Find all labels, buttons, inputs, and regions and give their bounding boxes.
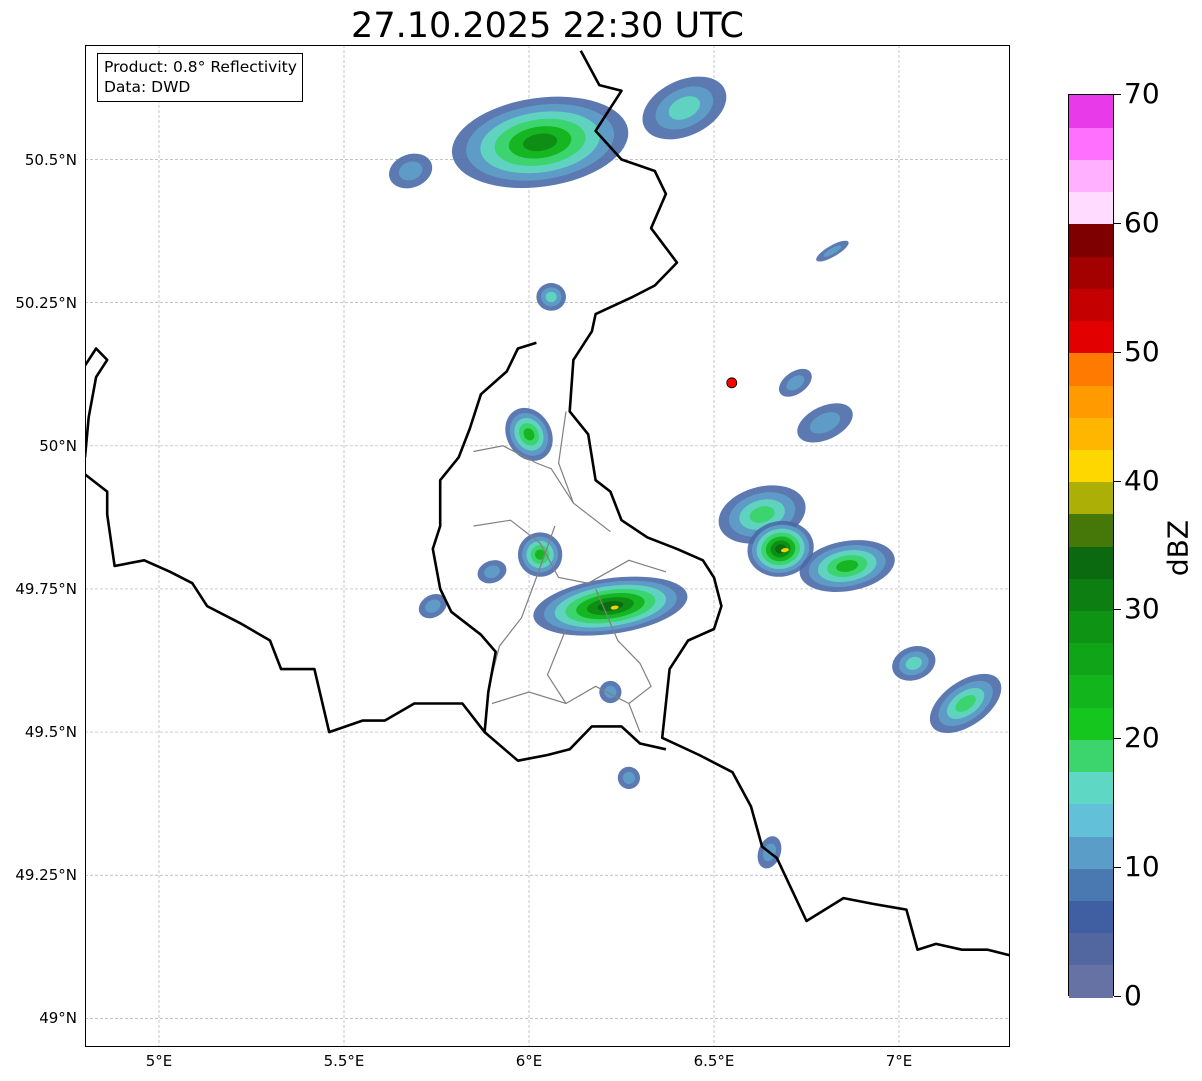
colorbar-cell — [1069, 223, 1113, 257]
product-info-box: Product: 0.8° Reflectivity Data: DWD — [97, 53, 303, 102]
colorbar-tick — [1114, 480, 1121, 482]
lon-tick-label: 6.5°E — [693, 1052, 735, 1070]
lon-tick-label: 5°E — [145, 1052, 173, 1070]
colorbar-cell — [1069, 674, 1113, 708]
colorbar-tick — [1114, 222, 1121, 224]
radar-site-marker — [726, 377, 738, 389]
colorbar-cell — [1069, 191, 1113, 225]
echo-cell — [929, 673, 1002, 734]
colorbar-tick-label: 60 — [1124, 205, 1160, 239]
country-border — [85, 347, 109, 458]
echo-cell — [477, 560, 507, 584]
colorbar-cell — [1069, 835, 1113, 869]
echo-cell — [388, 153, 433, 189]
colorbar-tick-label: 50 — [1124, 334, 1160, 368]
colorbar-cell — [1069, 417, 1113, 450]
colorbar-cell — [1069, 513, 1113, 547]
data-source-label: Data: DWD — [104, 78, 191, 96]
colorbar-tick-label: 40 — [1124, 463, 1160, 497]
colorbar-cell — [1069, 159, 1113, 193]
lon-tick-label: 7°E — [885, 1052, 913, 1070]
colorbar-cell — [1069, 384, 1113, 418]
colorbar-tick-label: 20 — [1124, 721, 1160, 755]
colorbar-tick — [1114, 351, 1121, 353]
echo-cell — [418, 593, 447, 619]
colorbar-cell — [1069, 578, 1113, 612]
product-label: Product: 0.8° Reflectivity — [104, 58, 297, 76]
colorbar-label: dBZ — [1161, 519, 1195, 577]
colorbar-cell — [1069, 481, 1113, 515]
colorbar — [1068, 94, 1114, 998]
colorbar-tick — [1114, 996, 1121, 997]
colorbar-cell — [1069, 95, 1113, 128]
echo-cell — [599, 680, 622, 704]
country-border — [431, 341, 537, 733]
colorbar-cell — [1069, 868, 1113, 901]
echo-intensity-layer — [545, 291, 557, 303]
echo-cell — [778, 368, 812, 397]
lat-tick-label: 49.25°N — [15, 866, 77, 885]
radar-site — [726, 377, 738, 389]
colorbar-tick — [1114, 738, 1121, 740]
lon-tick-label: 5.5°E — [323, 1052, 365, 1070]
radar-map[interactable] — [85, 45, 1010, 1047]
echo-cell — [617, 766, 641, 789]
colorbar-cell — [1069, 803, 1113, 837]
lat-tick-label: 49.75°N — [15, 579, 77, 598]
colorbar-cell — [1069, 127, 1113, 161]
district-boundary — [546, 628, 567, 704]
colorbar-tick-label: 0 — [1124, 979, 1142, 1012]
echo-cell — [642, 76, 727, 140]
colorbar-tick — [1114, 609, 1121, 611]
colorbar-cell — [1069, 739, 1113, 773]
lon-tick-label: 6°E — [515, 1052, 543, 1070]
colorbar-cell — [1069, 288, 1113, 322]
colorbar-cell — [1069, 546, 1113, 579]
colorbar-cell — [1069, 642, 1113, 676]
radar-map-canvas — [85, 45, 1010, 1047]
colorbar-tick — [1114, 94, 1121, 95]
colorbar-cell — [1069, 771, 1113, 805]
radar-echoes — [388, 76, 1002, 869]
borders — [85, 50, 1010, 957]
colorbar-cell — [1069, 449, 1113, 483]
echo-cell — [797, 403, 853, 443]
lat-tick-label: 50°N — [39, 436, 77, 455]
lat-tick-label: 50.25°N — [15, 293, 77, 312]
colorbar-tick-label: 70 — [1124, 77, 1160, 110]
colorbar-cell — [1069, 256, 1113, 289]
echo-cell — [533, 576, 688, 636]
echo-cell — [517, 532, 563, 577]
colorbar-cell — [1069, 352, 1113, 386]
echo-cell — [816, 240, 849, 262]
colorbar-cell — [1069, 610, 1113, 644]
colorbar-cell — [1069, 900, 1113, 934]
colorbar-cell — [1069, 964, 1113, 998]
echo-cell — [536, 283, 566, 311]
lat-tick-label: 50.5°N — [24, 150, 77, 169]
lat-tick-label: 49°N — [39, 1009, 77, 1028]
lat-tick-label: 49.5°N — [24, 723, 77, 742]
echo-cell — [892, 645, 936, 681]
colorbar-cell — [1069, 707, 1113, 740]
colorbar-tick — [1114, 867, 1121, 869]
colorbar-cell — [1069, 320, 1113, 354]
colorbar-tick-label: 30 — [1124, 592, 1160, 626]
district-boundary — [557, 411, 574, 504]
colorbar-cell — [1069, 932, 1113, 966]
colorbar-tick-label: 10 — [1124, 850, 1160, 884]
map-title: 27.10.2025 22:30 UTC — [351, 6, 744, 46]
